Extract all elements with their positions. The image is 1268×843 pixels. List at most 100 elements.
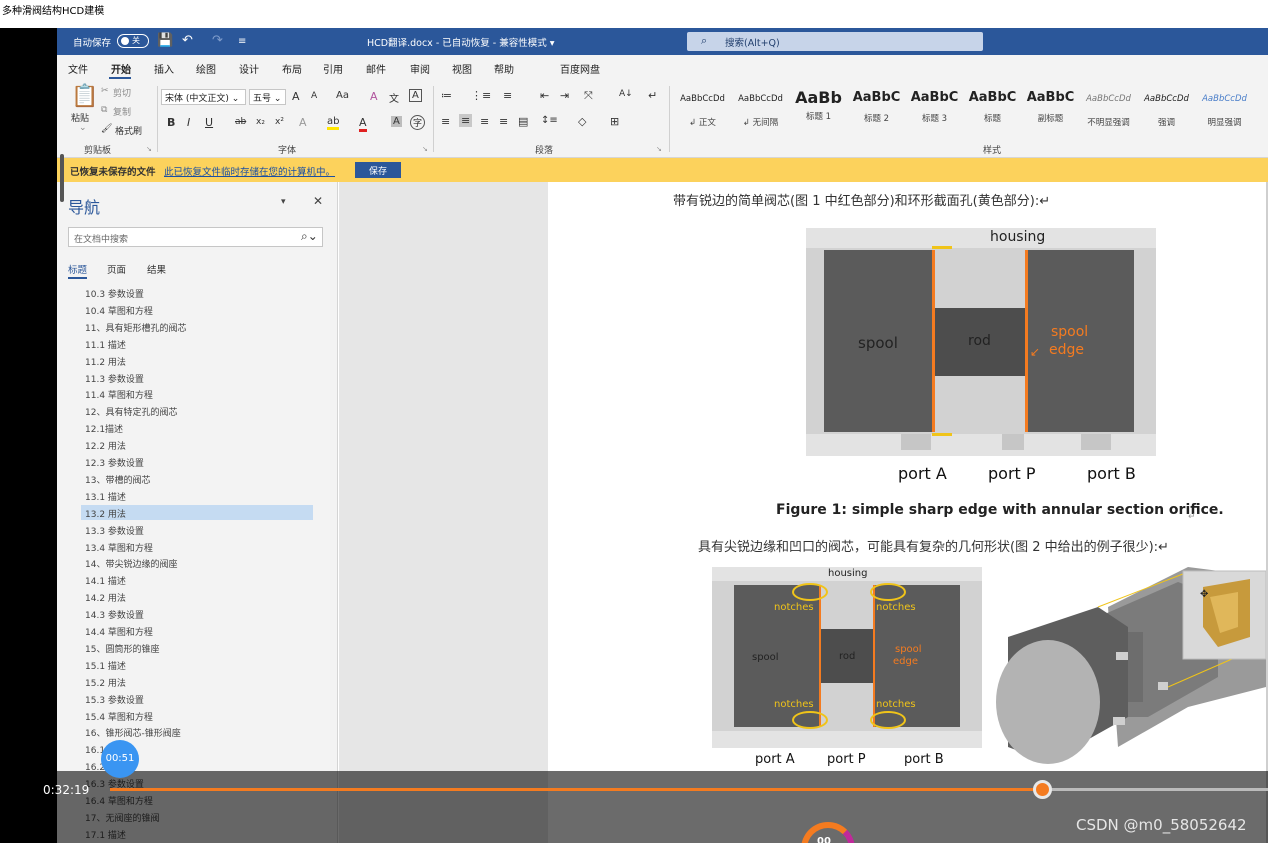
tab-review[interactable]: 审阅: [410, 61, 430, 76]
tab-references[interactable]: 引用: [323, 61, 343, 76]
style-heading-3[interactable]: AaBbC 标题 3: [906, 88, 963, 130]
nav-heading-item[interactable]: 15.3 参数设置: [81, 691, 313, 706]
paste-dropdown-icon[interactable]: ⌄: [79, 123, 87, 133]
nav-heading-item[interactable]: 13.4 草图和方程: [81, 539, 313, 554]
style-no-spacing[interactable]: AaBbCcDd ↲ 无间隔: [732, 88, 789, 130]
superscript-icon[interactable]: x²: [275, 117, 284, 127]
align-left-icon[interactable]: ≡: [441, 115, 450, 128]
style-emphasis[interactable]: AaBbCcDd 强调: [1138, 88, 1195, 130]
text-effects-icon[interactable]: A: [299, 116, 307, 129]
shading-icon[interactable]: ◇: [578, 115, 586, 128]
line-spacing-icon[interactable]: ↕≡: [541, 115, 558, 126]
nav-heading-item[interactable]: 15.1 描述: [81, 657, 313, 672]
bold-icon[interactable]: B: [167, 116, 175, 129]
search-icon[interactable]: ⌕⌄: [301, 229, 318, 244]
tab-headings[interactable]: 标题: [68, 262, 88, 279]
document-title[interactable]: HCD翻译.docx - 已自动恢复 - 兼容性模式 ▾: [367, 35, 555, 49]
nav-heading-item[interactable]: 10.3 参数设置: [81, 285, 313, 300]
italic-icon[interactable]: I: [187, 116, 190, 129]
nav-heading-item[interactable]: 14.2 用法: [81, 589, 313, 604]
style-normal[interactable]: AaBbCcDd ↲ 正文: [674, 88, 731, 130]
save-icon[interactable]: 💾: [157, 33, 173, 48]
window-scroll-indicator[interactable]: [60, 154, 64, 202]
nav-heading-item[interactable]: 13.1 描述: [81, 488, 313, 503]
nav-heading-item[interactable]: 16、锥形阀芯-锥形阀座: [81, 724, 313, 739]
progress-bar[interactable]: [110, 780, 1268, 799]
multilevel-list-icon[interactable]: ≡: [503, 89, 512, 102]
tab-file[interactable]: 文件: [68, 61, 88, 76]
tab-home[interactable]: 开始: [111, 61, 131, 76]
borders-icon[interactable]: ⊞: [610, 115, 619, 128]
customize-qat-icon[interactable]: ≡: [238, 36, 246, 47]
nav-search-input[interactable]: 在文档中搜索 ⌕⌄: [68, 227, 323, 247]
nav-heading-item[interactable]: 12.1描述: [81, 420, 313, 435]
nav-heading-item[interactable]: 12.2 用法: [81, 437, 313, 452]
paragraph-launcher-icon[interactable]: ↘: [656, 145, 662, 153]
font-launcher-icon[interactable]: ↘: [422, 145, 428, 153]
subscript-icon[interactable]: x₂: [256, 117, 265, 127]
clipboard-launcher-icon[interactable]: ↘: [146, 145, 152, 153]
nav-heading-item[interactable]: 11、具有矩形槽孔的阀芯: [81, 319, 313, 334]
style-subtitle[interactable]: AaBbC 副标题: [1022, 88, 1079, 130]
paste-icon[interactable]: 📋: [71, 84, 98, 109]
tab-view[interactable]: 视图: [452, 61, 472, 76]
pane-options-icon[interactable]: ▾: [281, 197, 286, 207]
nav-heading-item[interactable]: 12、具有特定孔的阀芯: [81, 403, 313, 418]
save-button[interactable]: 保存: [355, 162, 401, 178]
infobar-message-link[interactable]: 此已恢复文件临时存储在您的计算机中。: [164, 164, 335, 178]
character-border-icon[interactable]: A: [409, 89, 422, 102]
nav-heading-item[interactable]: 13、带槽的阀芯: [81, 471, 313, 486]
show-marks-icon[interactable]: ↵: [648, 89, 657, 102]
font-name-select[interactable]: 宋体 (中文正文) ⌄: [161, 89, 246, 105]
nav-heading-item[interactable]: 11.4 草图和方程: [81, 386, 313, 401]
style-intense-emphasis[interactable]: AaBbCcDd 明显强调: [1196, 88, 1253, 130]
highlight-icon[interactable]: ab: [327, 116, 340, 130]
nav-heading-item[interactable]: 14.4 草图和方程: [81, 623, 313, 638]
font-size-select[interactable]: 五号 ⌄: [249, 89, 286, 105]
nav-heading-item[interactable]: 15、圆筒形的锥座: [81, 640, 313, 655]
strikethrough-icon[interactable]: ab: [235, 117, 246, 127]
decrease-indent-icon[interactable]: ⇤: [540, 89, 549, 102]
font-color-icon[interactable]: A: [359, 116, 367, 132]
grow-font-icon[interactable]: A: [292, 90, 300, 103]
nav-heading-item[interactable]: 12.3 参数设置: [81, 454, 313, 469]
nav-heading-item[interactable]: 11.1 描述: [81, 336, 313, 351]
nav-heading-item[interactable]: 11.2 用法: [81, 353, 313, 368]
underline-icon[interactable]: U: [205, 116, 213, 129]
progress-handle[interactable]: [1033, 780, 1052, 799]
change-case-icon[interactable]: Aa: [336, 90, 349, 101]
style-heading-2[interactable]: AaBbC 标题 2: [848, 88, 905, 130]
tab-design[interactable]: 设计: [239, 61, 259, 76]
tab-mailings[interactable]: 邮件: [366, 61, 386, 76]
numbering-icon[interactable]: ⋮≡: [471, 89, 491, 102]
nav-heading-item[interactable]: 14.3 参数设置: [81, 606, 313, 621]
undo-icon[interactable]: ↶: [182, 33, 193, 48]
character-shading-icon[interactable]: A: [391, 116, 402, 127]
document-page[interactable]: 带有锐边的简单阀芯(图 1 中红色部分)和环形截面孔(黄色部分):↵ housi…: [548, 182, 1266, 843]
nav-heading-item[interactable]: 14、带尖锐边缘的阀座: [81, 555, 313, 570]
search-input[interactable]: ⌕ 搜索(Alt+Q): [687, 32, 983, 51]
nav-heading-item[interactable]: 15.4 草图和方程: [81, 708, 313, 723]
style-subtle-emphasis[interactable]: AaBbCcDd 不明显强调: [1080, 88, 1137, 130]
nav-heading-item[interactable]: 10.4 草图和方程: [81, 302, 313, 317]
style-heading-1[interactable]: AaBb 标题 1: [790, 88, 847, 130]
nav-heading-item[interactable]: 13.3 参数设置: [81, 522, 313, 537]
nav-heading-item[interactable]: 11.3 参数设置: [81, 370, 313, 385]
redo-icon[interactable]: ↷: [212, 33, 223, 48]
phonetic-guide-icon[interactable]: 文: [389, 90, 399, 105]
nav-heading-item[interactable]: 13.2 用法: [81, 504, 313, 520]
tab-draw[interactable]: 绘图: [196, 61, 216, 76]
tab-help[interactable]: 帮助: [494, 61, 514, 76]
shrink-font-icon[interactable]: A: [311, 91, 317, 101]
close-icon[interactable]: ✕: [313, 194, 323, 208]
bullets-icon[interactable]: ≔: [441, 89, 452, 102]
align-center-icon[interactable]: ≡: [459, 114, 473, 127]
sort-icon[interactable]: A↓: [619, 89, 633, 99]
increase-indent-icon[interactable]: ⇥: [560, 89, 569, 102]
tab-insert[interactable]: 插入: [154, 61, 174, 76]
autosave-toggle[interactable]: 关: [117, 34, 149, 48]
style-title[interactable]: AaBbC 标题: [964, 88, 1021, 130]
enclose-characters-icon[interactable]: 字: [410, 115, 426, 130]
format-painter-button[interactable]: 格式刷: [115, 124, 142, 137]
distribute-icon[interactable]: ▤: [518, 115, 528, 128]
